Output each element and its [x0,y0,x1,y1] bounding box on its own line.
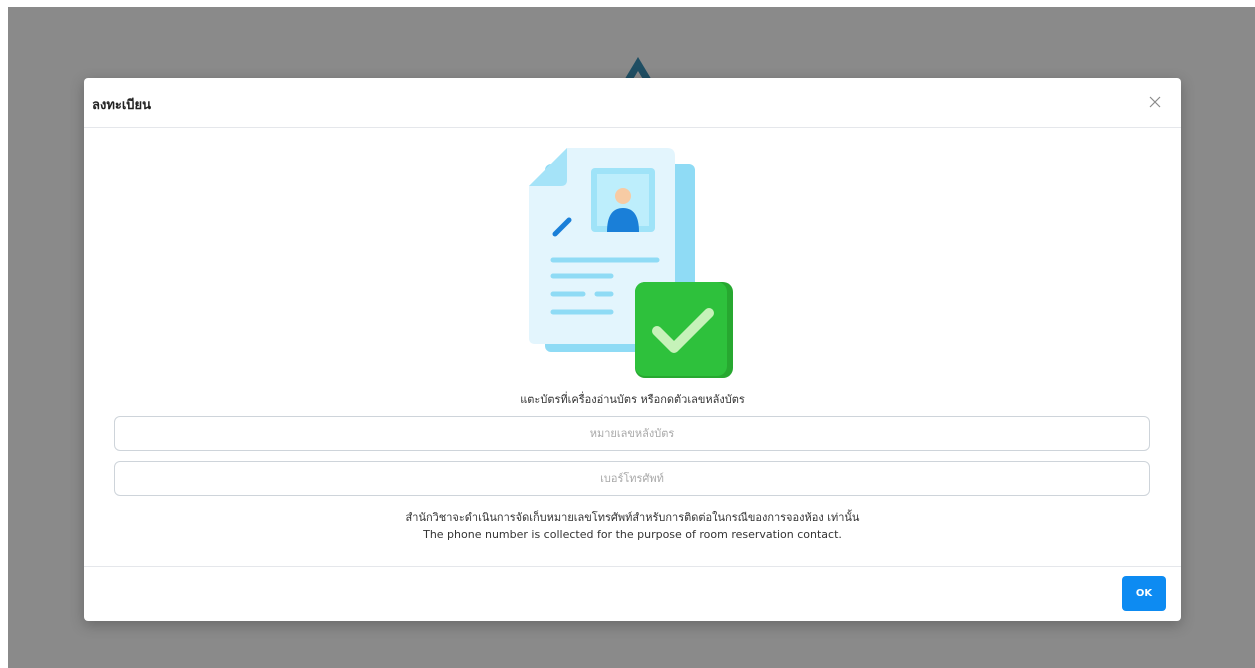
modal-footer: OK [84,566,1181,621]
phone-number-input[interactable] [114,461,1150,496]
modal-header: ลงทะเบียน [84,78,1181,128]
id-card-verified-icon [529,148,733,378]
privacy-notice-thai: สำนักวิชาจะดำเนินการจัดเก็บหมายเลขโทรศัพ… [405,511,860,524]
close-button[interactable] [1145,92,1165,112]
registration-modal: ลงทะเบียน แตะบัตรที่เครื่องอ่านบัตร หรือ… [84,78,1181,621]
modal-title: ลงทะเบียน [92,98,152,113]
close-icon [1149,96,1161,108]
instruction-text: แตะบัตรที่เครื่องอ่านบัตร หรือกดตัวเลขหล… [520,393,745,406]
ok-button[interactable]: OK [1122,576,1166,611]
privacy-notice: สำนักวิชาจะดำเนินการจัดเก็บหมายเลขโทรศัพ… [84,509,1181,543]
privacy-notice-english: The phone number is collected for the pu… [423,528,842,541]
card-number-input[interactable] [114,416,1150,451]
